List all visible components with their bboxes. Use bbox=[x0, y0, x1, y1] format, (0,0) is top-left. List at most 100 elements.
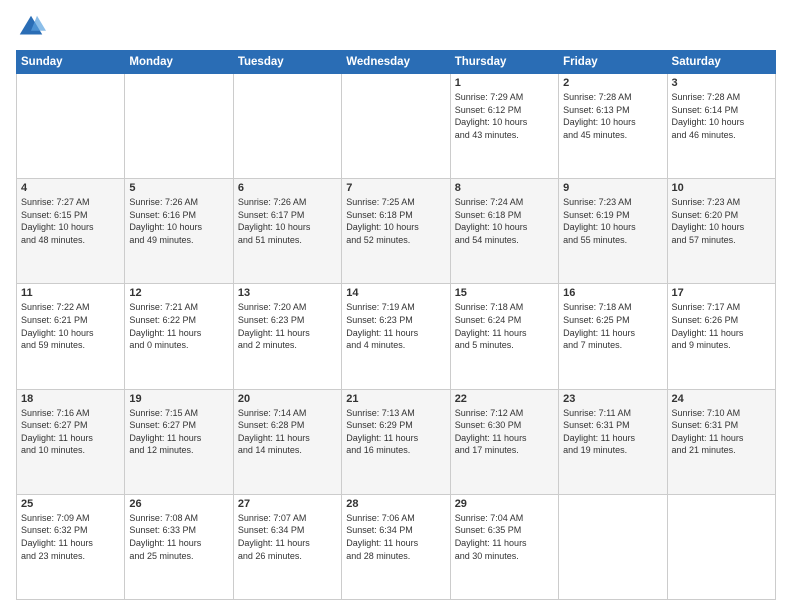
calendar-cell: 15 Sunrise: 7:18 AM Sunset: 6:24 PM Dayli… bbox=[450, 284, 558, 389]
day-number: 12 bbox=[129, 287, 228, 299]
day-info: Sunrise: 7:26 AM Sunset: 6:17 PM Dayligh… bbox=[238, 196, 337, 246]
day-info: Sunrise: 7:09 AM Sunset: 6:32 PM Dayligh… bbox=[21, 512, 120, 562]
day-info: Sunrise: 7:29 AM Sunset: 6:12 PM Dayligh… bbox=[455, 91, 554, 141]
day-number: 7 bbox=[346, 182, 445, 194]
calendar-cell bbox=[17, 74, 125, 179]
calendar-cell: 22Sunrise: 7:12 AM Sunset: 6:30 PM Dayli… bbox=[450, 389, 558, 494]
day-number: 13 bbox=[238, 287, 337, 299]
day-info: Sunrise: 7:24 AM Sunset: 6:18 PM Dayligh… bbox=[455, 196, 554, 246]
calendar-cell: 25 Sunrise: 7:09 AM Sunset: 6:32 PM Dayli… bbox=[17, 494, 125, 599]
calendar-cell: 5 Sunrise: 7:26 AM Sunset: 6:16 PM Daylig… bbox=[125, 179, 233, 284]
day-number: 9 bbox=[563, 182, 662, 194]
calendar-cell: 2 Sunrise: 7:28 AM Sunset: 6:13 PM Daylig… bbox=[559, 74, 667, 179]
calendar-cell: 23Sunrise: 7:11 AM Sunset: 6:31 PM Dayli… bbox=[559, 389, 667, 494]
calendar-cell: 29 Sunrise: 7:04 AM Sunset: 6:35 PM Dayli… bbox=[450, 494, 558, 599]
day-number: 27 bbox=[238, 498, 337, 510]
day-number: 16 bbox=[563, 287, 662, 299]
day-number: 22 bbox=[455, 393, 554, 405]
calendar-cell: 6Sunrise: 7:26 AM Sunset: 6:17 PM Daylig… bbox=[233, 179, 341, 284]
calendar-cell bbox=[667, 494, 775, 599]
day-number: 21 bbox=[346, 393, 445, 405]
day-info: Sunrise: 7:06 AM Sunset: 6:34 PM Dayligh… bbox=[346, 512, 445, 562]
calendar-header-row: SundayMondayTuesdayWednesdayThursdayFrid… bbox=[17, 51, 776, 74]
day-info: Sunrise: 7:04 AM Sunset: 6:35 PM Dayligh… bbox=[455, 512, 554, 562]
day-info: Sunrise: 7:15 AM Sunset: 6:27 PM Dayligh… bbox=[129, 407, 228, 457]
calendar-header-friday: Friday bbox=[559, 51, 667, 74]
calendar-cell: 13 Sunrise: 7:20 AM Sunset: 6:23 PM Dayli… bbox=[233, 284, 341, 389]
day-number: 1 bbox=[455, 77, 554, 89]
day-number: 25 bbox=[21, 498, 120, 510]
day-number: 4 bbox=[21, 182, 120, 194]
day-info: Sunrise: 7:14 AM Sunset: 6:28 PM Dayligh… bbox=[238, 407, 337, 457]
day-info: Sunrise: 7:19 AM Sunset: 6:23 PM Dayligh… bbox=[346, 301, 445, 351]
calendar-cell: 17 Sunrise: 7:17 AM Sunset: 6:26 PM Dayli… bbox=[667, 284, 775, 389]
day-info: Sunrise: 7:10 AM Sunset: 6:31 PM Dayligh… bbox=[672, 407, 771, 457]
day-info: Sunrise: 7:11 AM Sunset: 6:31 PM Dayligh… bbox=[563, 407, 662, 457]
calendar-week-1: 4 Sunrise: 7:27 AM Sunset: 6:15 PM Daylig… bbox=[17, 179, 776, 284]
calendar-cell: 8 Sunrise: 7:24 AM Sunset: 6:18 PM Daylig… bbox=[450, 179, 558, 284]
calendar-cell: 14 Sunrise: 7:19 AM Sunset: 6:23 PM Dayli… bbox=[342, 284, 450, 389]
calendar-cell: 1 Sunrise: 7:29 AM Sunset: 6:12 PM Daylig… bbox=[450, 74, 558, 179]
day-info: Sunrise: 7:25 AM Sunset: 6:18 PM Dayligh… bbox=[346, 196, 445, 246]
calendar-cell bbox=[125, 74, 233, 179]
calendar-cell: 19 Sunrise: 7:15 AM Sunset: 6:27 PM Dayli… bbox=[125, 389, 233, 494]
calendar-week-4: 25 Sunrise: 7:09 AM Sunset: 6:32 PM Dayli… bbox=[17, 494, 776, 599]
day-number: 2 bbox=[563, 77, 662, 89]
calendar-cell: 11 Sunrise: 7:22 AM Sunset: 6:21 PM Dayli… bbox=[17, 284, 125, 389]
calendar-header-sunday: Sunday bbox=[17, 51, 125, 74]
day-info: Sunrise: 7:17 AM Sunset: 6:26 PM Dayligh… bbox=[672, 301, 771, 351]
calendar-cell: 7 Sunrise: 7:25 AM Sunset: 6:18 PM Daylig… bbox=[342, 179, 450, 284]
calendar-header-tuesday: Tuesday bbox=[233, 51, 341, 74]
day-number: 18 bbox=[21, 393, 120, 405]
day-number: 5 bbox=[129, 182, 228, 194]
day-number: 19 bbox=[129, 393, 228, 405]
day-number: 17 bbox=[672, 287, 771, 299]
calendar-week-2: 11 Sunrise: 7:22 AM Sunset: 6:21 PM Dayli… bbox=[17, 284, 776, 389]
day-info: Sunrise: 7:28 AM Sunset: 6:13 PM Dayligh… bbox=[563, 91, 662, 141]
calendar-cell: 24 Sunrise: 7:10 AM Sunset: 6:31 PM Dayli… bbox=[667, 389, 775, 494]
calendar-week-0: 1 Sunrise: 7:29 AM Sunset: 6:12 PM Daylig… bbox=[17, 74, 776, 179]
day-info: Sunrise: 7:26 AM Sunset: 6:16 PM Dayligh… bbox=[129, 196, 228, 246]
day-info: Sunrise: 7:27 AM Sunset: 6:15 PM Dayligh… bbox=[21, 196, 120, 246]
day-number: 11 bbox=[21, 287, 120, 299]
day-number: 20 bbox=[238, 393, 337, 405]
calendar-cell: 3Sunrise: 7:28 AM Sunset: 6:14 PM Daylig… bbox=[667, 74, 775, 179]
day-number: 26 bbox=[129, 498, 228, 510]
calendar-header-wednesday: Wednesday bbox=[342, 51, 450, 74]
day-info: Sunrise: 7:18 AM Sunset: 6:24 PM Dayligh… bbox=[455, 301, 554, 351]
calendar-cell: 16 Sunrise: 7:18 AM Sunset: 6:25 PM Dayli… bbox=[559, 284, 667, 389]
day-number: 14 bbox=[346, 287, 445, 299]
day-number: 8 bbox=[455, 182, 554, 194]
day-info: Sunrise: 7:22 AM Sunset: 6:21 PM Dayligh… bbox=[21, 301, 120, 351]
day-number: 29 bbox=[455, 498, 554, 510]
logo-icon bbox=[16, 12, 46, 42]
calendar-week-3: 18Sunrise: 7:16 AM Sunset: 6:27 PM Dayli… bbox=[17, 389, 776, 494]
day-info: Sunrise: 7:18 AM Sunset: 6:25 PM Dayligh… bbox=[563, 301, 662, 351]
day-number: 10 bbox=[672, 182, 771, 194]
day-number: 24 bbox=[672, 393, 771, 405]
calendar-cell: 10 Sunrise: 7:23 AM Sunset: 6:20 PM Dayli… bbox=[667, 179, 775, 284]
day-info: Sunrise: 7:21 AM Sunset: 6:22 PM Dayligh… bbox=[129, 301, 228, 351]
calendar-cell: 26 Sunrise: 7:08 AM Sunset: 6:33 PM Dayli… bbox=[125, 494, 233, 599]
day-info: Sunrise: 7:23 AM Sunset: 6:20 PM Dayligh… bbox=[672, 196, 771, 246]
day-info: Sunrise: 7:07 AM Sunset: 6:34 PM Dayligh… bbox=[238, 512, 337, 562]
day-info: Sunrise: 7:13 AM Sunset: 6:29 PM Dayligh… bbox=[346, 407, 445, 457]
calendar-cell: 9 Sunrise: 7:23 AM Sunset: 6:19 PM Daylig… bbox=[559, 179, 667, 284]
calendar-header-monday: Monday bbox=[125, 51, 233, 74]
calendar-cell: 28Sunrise: 7:06 AM Sunset: 6:34 PM Dayli… bbox=[342, 494, 450, 599]
calendar-header-saturday: Saturday bbox=[667, 51, 775, 74]
day-number: 15 bbox=[455, 287, 554, 299]
calendar-cell: 18Sunrise: 7:16 AM Sunset: 6:27 PM Dayli… bbox=[17, 389, 125, 494]
calendar-header-thursday: Thursday bbox=[450, 51, 558, 74]
calendar: SundayMondayTuesdayWednesdayThursdayFrid… bbox=[16, 50, 776, 600]
calendar-cell bbox=[342, 74, 450, 179]
header bbox=[16, 12, 776, 42]
day-info: Sunrise: 7:08 AM Sunset: 6:33 PM Dayligh… bbox=[129, 512, 228, 562]
calendar-cell: 27 Sunrise: 7:07 AM Sunset: 6:34 PM Dayli… bbox=[233, 494, 341, 599]
day-info: Sunrise: 7:23 AM Sunset: 6:19 PM Dayligh… bbox=[563, 196, 662, 246]
calendar-cell: 4 Sunrise: 7:27 AM Sunset: 6:15 PM Daylig… bbox=[17, 179, 125, 284]
day-info: Sunrise: 7:28 AM Sunset: 6:14 PM Dayligh… bbox=[672, 91, 771, 141]
day-info: Sunrise: 7:20 AM Sunset: 6:23 PM Dayligh… bbox=[238, 301, 337, 351]
calendar-cell: 21 Sunrise: 7:13 AM Sunset: 6:29 PM Dayli… bbox=[342, 389, 450, 494]
calendar-cell: 20 Sunrise: 7:14 AM Sunset: 6:28 PM Dayli… bbox=[233, 389, 341, 494]
